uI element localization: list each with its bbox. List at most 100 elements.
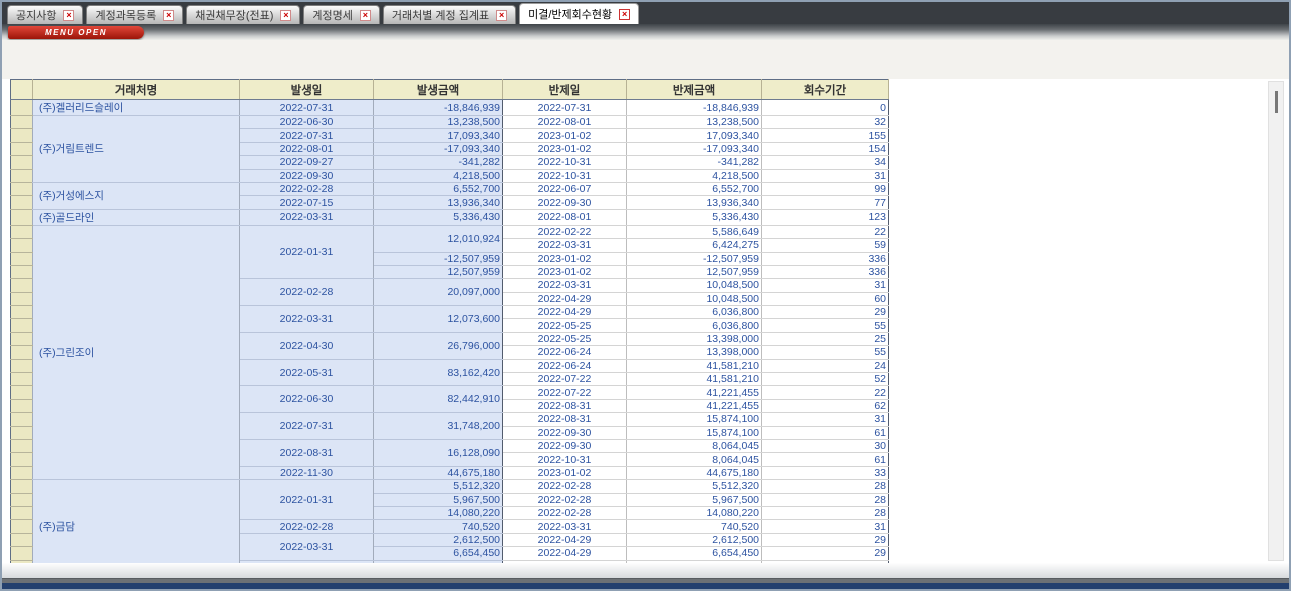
cell-occur-date[interactable]: 2022-07-31 — [240, 100, 374, 116]
cell-occur-amount[interactable]: 4,218,500 — [374, 169, 503, 182]
cell-period[interactable]: 0 — [762, 100, 889, 116]
cell-settle-date[interactable]: 2022-04-29 — [503, 547, 627, 560]
cell-settle-amount[interactable]: 5,512,320 — [627, 480, 762, 493]
cell-settle-date[interactable]: 2022-07-22 — [503, 386, 627, 399]
cell-period[interactable]: 28 — [762, 506, 889, 519]
cell-settle-date[interactable]: 2022-06-24 — [503, 359, 627, 372]
cell-settle-amount[interactable]: 10,048,500 — [627, 292, 762, 305]
tab-item[interactable]: 채권채무장(전표)× — [186, 5, 300, 24]
tab-close-icon[interactable]: × — [163, 10, 174, 21]
cell-occur-date[interactable]: 2022-01-31 — [240, 480, 374, 520]
cell-settle-amount[interactable]: 10,048,500 — [627, 279, 762, 292]
cell-occur-amount[interactable]: 6,552,700 — [374, 182, 503, 195]
row-header-cell[interactable] — [11, 169, 33, 182]
tab-close-icon[interactable]: × — [360, 10, 371, 21]
cell-settle-date[interactable]: 2022-03-31 — [503, 279, 627, 292]
cell-settle-amount[interactable]: -12,507,959 — [627, 252, 762, 265]
cell-occur-amount[interactable]: 12,073,600 — [374, 306, 503, 333]
cell-occur-amount[interactable]: 12,010,924 — [374, 225, 503, 252]
cell-settle-date[interactable]: 2023-01-02 — [503, 252, 627, 265]
cell-settle-amount[interactable]: 6,552,700 — [627, 182, 762, 195]
cell-settle-amount[interactable]: 2,612,500 — [627, 533, 762, 546]
cell-occur-date[interactable]: 2022-09-30 — [240, 169, 374, 182]
cell-occur-date[interactable]: 2022-03-31 — [240, 306, 374, 333]
cell-settle-date[interactable]: 2023-01-02 — [503, 265, 627, 278]
cell-customer[interactable]: (주)겔러리드슬레이 — [33, 100, 240, 116]
row-header-cell[interactable] — [11, 116, 33, 129]
cell-period[interactable]: 32 — [762, 116, 889, 129]
cell-settle-date[interactable]: 2023-01-02 — [503, 466, 627, 479]
row-header-cell[interactable] — [11, 386, 33, 399]
row-header-cell[interactable] — [11, 346, 33, 359]
cell-settle-date[interactable]: 2022-06-24 — [503, 346, 627, 359]
row-header-cell[interactable] — [11, 520, 33, 533]
cell-customer[interactable]: (주)거림트렌드 — [33, 116, 240, 183]
row-header-cell[interactable] — [11, 239, 33, 252]
cell-occur-date[interactable]: 2022-01-31 — [240, 225, 374, 279]
row-header-cell[interactable] — [11, 373, 33, 386]
cell-occur-amount[interactable]: 5,336,430 — [374, 209, 503, 225]
row-header-cell[interactable] — [11, 209, 33, 225]
cell-occur-date[interactable]: 2022-03-31 — [240, 533, 374, 560]
cell-occur-amount[interactable]: 82,442,910 — [374, 386, 503, 413]
cell-period[interactable]: 154 — [762, 142, 889, 155]
cell-settle-date[interactable]: 2023-01-02 — [503, 129, 627, 142]
tab-close-icon[interactable]: × — [63, 10, 74, 21]
row-header-cell[interactable] — [11, 399, 33, 412]
cell-period[interactable]: 34 — [762, 156, 889, 169]
row-header-cell[interactable] — [11, 156, 33, 169]
cell-period[interactable]: 61 — [762, 426, 889, 439]
cell-settle-date[interactable]: 2022-03-31 — [503, 520, 627, 533]
cell-settle-amount[interactable]: 13,238,500 — [627, 116, 762, 129]
row-header-cell[interactable] — [11, 547, 33, 560]
cell-settle-amount[interactable]: 15,874,100 — [627, 426, 762, 439]
cell-occur-date[interactable]: 2022-06-30 — [240, 116, 374, 129]
tab-close-icon[interactable]: × — [280, 10, 291, 21]
cell-period[interactable]: 99 — [762, 182, 889, 195]
cell-period[interactable]: 31 — [762, 279, 889, 292]
cell-customer[interactable]: (주)거성에스지 — [33, 182, 240, 209]
cell-period[interactable]: 31 — [762, 169, 889, 182]
cell-settle-date[interactable]: 2022-02-28 — [503, 506, 627, 519]
row-header-cell[interactable] — [11, 439, 33, 452]
row-header-cell[interactable] — [11, 279, 33, 292]
cell-period[interactable]: 29 — [762, 533, 889, 546]
cell-settle-date[interactable]: 2022-04-29 — [503, 306, 627, 319]
cell-settle-amount[interactable]: 44,675,180 — [627, 466, 762, 479]
cell-settle-amount[interactable]: 13,398,000 — [627, 332, 762, 345]
cell-settle-date[interactable]: 2022-10-31 — [503, 169, 627, 182]
cell-period[interactable]: 55 — [762, 346, 889, 359]
cell-occur-amount[interactable]: 14,080,220 — [374, 506, 503, 519]
cell-settle-amount[interactable]: 8,064,045 — [627, 439, 762, 452]
cell-period[interactable]: 55 — [762, 319, 889, 332]
cell-period[interactable]: 30 — [762, 439, 889, 452]
cell-period[interactable]: 29 — [762, 306, 889, 319]
cell-period[interactable]: 29 — [762, 547, 889, 560]
cell-settle-amount[interactable]: 41,581,210 — [627, 373, 762, 386]
cell-occur-amount[interactable]: 740,520 — [374, 520, 503, 533]
row-header-cell[interactable] — [11, 196, 33, 209]
cell-occur-date[interactable]: 2022-07-31 — [240, 129, 374, 142]
cell-settle-date[interactable]: 2023-01-02 — [503, 142, 627, 155]
cell-settle-amount[interactable]: 41,221,455 — [627, 399, 762, 412]
cell-occur-amount[interactable]: -17,093,340 — [374, 142, 503, 155]
row-header-cell[interactable] — [11, 413, 33, 426]
cell-settle-amount[interactable]: 14,080,220 — [627, 506, 762, 519]
row-header-cell[interactable] — [11, 265, 33, 278]
cell-period[interactable]: 123 — [762, 209, 889, 225]
cell-customer[interactable]: (주)골드라인 — [33, 209, 240, 225]
row-header-cell[interactable] — [11, 466, 33, 479]
cell-occur-amount[interactable]: -341,282 — [374, 156, 503, 169]
cell-settle-date[interactable]: 2022-08-31 — [503, 413, 627, 426]
cell-occur-amount[interactable]: 6,654,450 — [374, 547, 503, 560]
cell-period[interactable]: 22 — [762, 225, 889, 238]
cell-occur-date[interactable]: 2022-04-30 — [240, 332, 374, 359]
cell-occur-amount[interactable]: 83,162,420 — [374, 359, 503, 386]
cell-settle-date[interactable]: 2022-08-31 — [503, 399, 627, 412]
cell-settle-date[interactable]: 2022-09-30 — [503, 426, 627, 439]
row-header-cell[interactable] — [11, 225, 33, 238]
row-header-cell[interactable] — [11, 493, 33, 506]
cell-occur-amount[interactable]: 26,796,000 — [374, 332, 503, 359]
tab-item[interactable]: 거래처별 계정 집계표× — [383, 5, 516, 24]
row-header-cell[interactable] — [11, 533, 33, 546]
